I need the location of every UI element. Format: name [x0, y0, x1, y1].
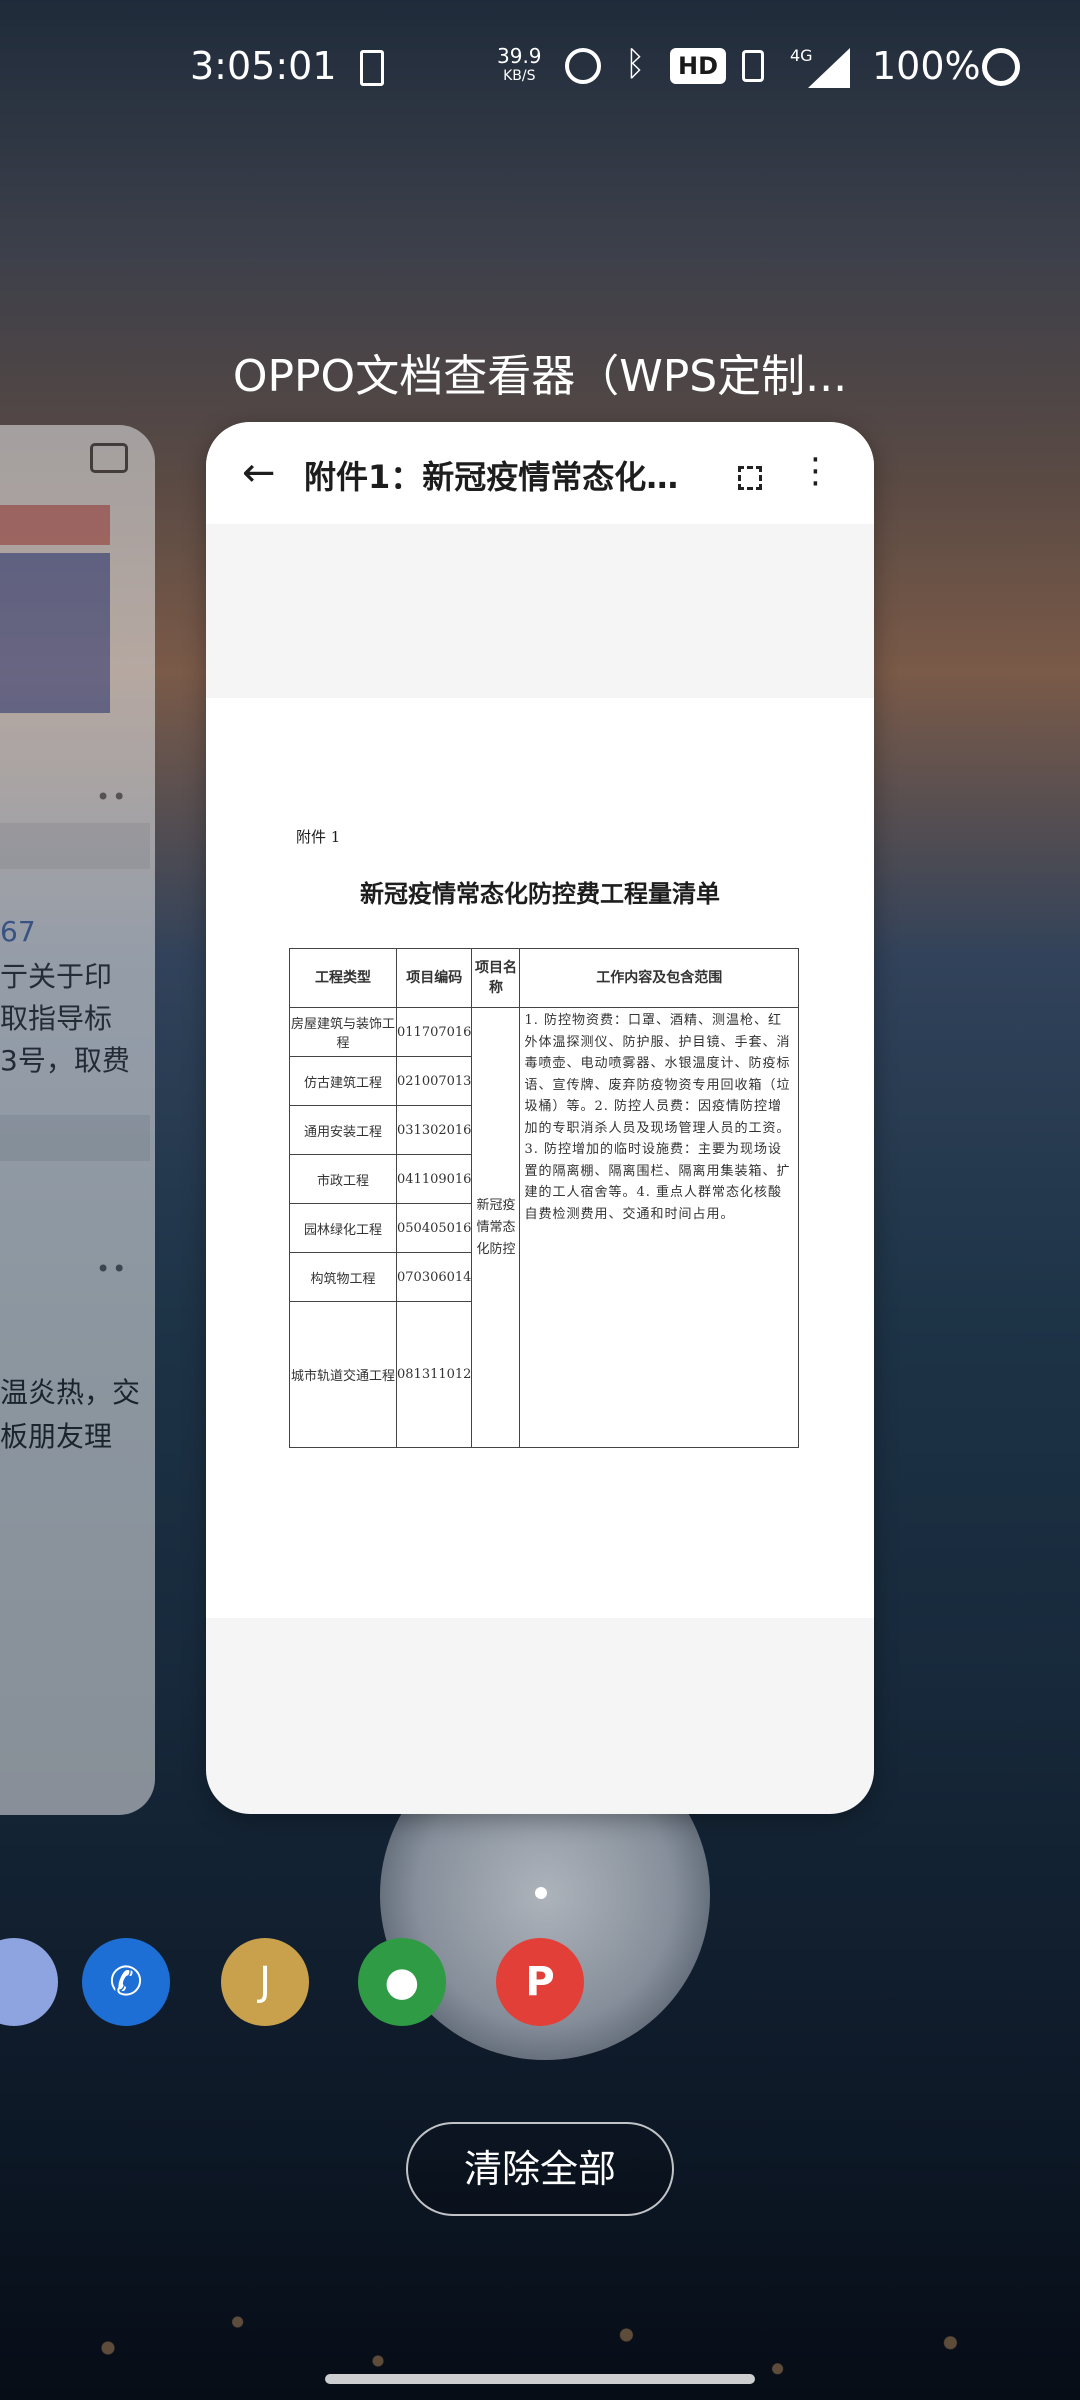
status-bar: 3:05:01 39.9 KB/S ᛒ HD 4G 100% [0, 0, 1080, 140]
text-line: 温炎热，交 [0, 1376, 141, 1409]
divider-bar [0, 823, 150, 869]
cell-project-name: 新冠疫情常态化防控 [471, 1007, 521, 1448]
bluetooth-icon: ᛒ [625, 44, 646, 84]
cell-code: 011707016 [395, 1007, 473, 1057]
signal-icon [808, 48, 850, 88]
phone-icon[interactable]: ✆ [82, 1938, 170, 2026]
cell-code: 041109016 [395, 1154, 473, 1204]
cell-type: 仿古建筑工程 [289, 1056, 397, 1106]
more-menu-icon[interactable]: · · · [810, 443, 821, 501]
table-row: 房屋建筑与装饰工程 011707016 新冠疫情常态化防控 1. 防控物资费：口… [289, 1007, 799, 1448]
document-heading: 新冠疫情常态化防控费工程量清单 [360, 879, 720, 908]
app-icon-j[interactable]: J [221, 1938, 309, 2026]
recent-app-card[interactable]: ← 附件1：新冠疫情常态化防控... ··· 附件 1 新冠疫情常态化防控费工程… [206, 422, 874, 1814]
wps-icon[interactable]: P [496, 1938, 584, 2026]
cell-code: 031302016 [395, 1105, 473, 1155]
document-page: 附件 1 新冠疫情常态化防控费工程量清单 工程类型 项目编码 项目名称 工作内容… [206, 698, 874, 1618]
wechat-icon[interactable]: ● [358, 1938, 446, 2026]
hd-badge: HD [670, 48, 727, 84]
document-toolbar: ← 附件1：新冠疫情常态化防控... ··· [206, 422, 874, 524]
battery-icon [982, 48, 1020, 86]
thumbnail [0, 505, 110, 545]
network-speed-value: 39.9 [497, 44, 542, 68]
download-icon [360, 50, 384, 86]
column-header: 工作内容及包含范围 [519, 948, 799, 1008]
cell-code: 021007013 [395, 1056, 473, 1106]
recent-app-card-background[interactable]: •• 67 亍关于印 取指导标 3号，取费 •• 温炎热，交 板朋友理 [0, 425, 155, 1815]
back-arrow-icon[interactable]: ← [242, 450, 276, 496]
more-icon: •• [96, 1255, 129, 1283]
column-header: 项目编码 [395, 948, 473, 1008]
cell-code: 081311012 [395, 1301, 473, 1448]
cell-code: 070306014 [395, 1252, 473, 1302]
network-speed-unit: KB/S [503, 68, 536, 84]
column-header: 工程类型 [289, 948, 397, 1008]
app-icon[interactable] [0, 1938, 58, 2026]
quantity-table: 工程类型 项目编码 项目名称 工作内容及包含范围 房屋建筑与装饰工程 01170… [289, 948, 799, 1448]
table-header-row: 工程类型 项目编码 项目名称 工作内容及包含范围 [289, 948, 799, 1008]
cell-code: 050405016 [395, 1203, 473, 1253]
cell-type: 园林绿化工程 [289, 1203, 397, 1253]
document-title: 附件1：新冠疫情常态化防控... [304, 458, 694, 496]
text-line: 板朋友理 [0, 1420, 113, 1453]
cell-type: 构筑物工程 [289, 1252, 397, 1302]
divider-bar [0, 1115, 150, 1161]
fullscreen-icon[interactable] [738, 466, 762, 490]
alarm-icon [565, 48, 601, 84]
cell-type: 房屋建筑与装饰工程 [289, 1007, 397, 1057]
attachment-label: 附件 1 [296, 828, 341, 846]
cell-type: 市政工程 [289, 1154, 397, 1204]
thumbnail [0, 553, 110, 713]
cell-type: 城市轨道交通工程 [289, 1301, 397, 1448]
text-line: 3号，取费 [0, 1044, 130, 1077]
vibrate-icon [742, 50, 764, 82]
network-speed: 39.9 KB/S [497, 46, 542, 86]
page-indicator [535, 1887, 547, 1899]
battery-level: 100% [872, 44, 981, 88]
clear-all-button[interactable]: 清除全部 [406, 2122, 674, 2216]
cell-type: 通用安装工程 [289, 1105, 397, 1155]
home-indicator[interactable] [325, 2374, 755, 2384]
more-icon: •• [96, 783, 129, 811]
number-text: 67 [0, 915, 36, 948]
cell-scope: 1. 防控物资费：口罩、酒精、测温枪、红外体温探测仪、防护服、护目镜、手套、消毒… [519, 1007, 799, 1448]
text-line: 取指导标 [0, 1002, 113, 1035]
app-title: OPPO文档查看器（WPS定制... [232, 351, 848, 402]
text-line: 亍关于印 [0, 960, 113, 993]
column-header: 项目名称 [471, 948, 521, 1008]
status-time: 3:05:01 [190, 44, 337, 88]
camera-icon [90, 443, 128, 473]
